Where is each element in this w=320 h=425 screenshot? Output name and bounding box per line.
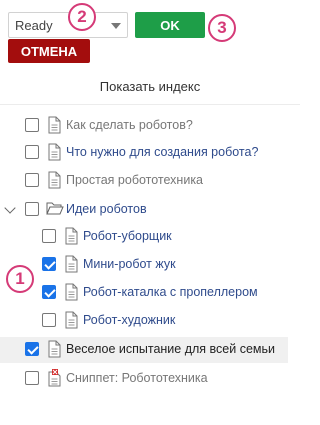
tree-checkbox[interactable] <box>42 257 56 271</box>
show-index-link[interactable]: Показать индекс <box>0 79 300 94</box>
tree-item-label[interactable]: Как сделать роботов? <box>66 118 193 132</box>
tree-item-label[interactable]: Робот-уборщик <box>83 229 172 243</box>
tree-row[interactable]: Простая робототехника <box>0 168 300 194</box>
tree-row[interactable]: Что нужно для создания робота? <box>0 140 300 166</box>
document-icon <box>63 283 79 301</box>
document-icon <box>63 227 79 245</box>
tree-checkbox[interactable] <box>25 342 39 356</box>
tree-item-label[interactable]: Сниппет: Робототехника <box>66 371 208 385</box>
tree-checkbox[interactable] <box>25 118 39 132</box>
document-icon <box>46 116 62 134</box>
tree-checkbox[interactable] <box>42 313 56 327</box>
tree-checkbox[interactable] <box>25 173 39 187</box>
tree-item-label[interactable]: Веселое испытание для всей семьи <box>66 342 275 356</box>
chevron-down-icon[interactable] <box>111 23 121 29</box>
tree-item-label[interactable]: Простая робототехника <box>66 173 203 187</box>
cancel-button[interactable]: ОТМЕНА <box>8 39 90 63</box>
tree-checkbox[interactable] <box>42 285 56 299</box>
ok-button[interactable]: OK <box>135 12 205 38</box>
tree-row[interactable]: Идеи роботов <box>0 197 300 223</box>
snippet-error-icon <box>46 369 62 387</box>
tree-row[interactable]: Сниппет: Робототехника <box>0 366 300 392</box>
tree-item-label[interactable]: Мини-робот жук <box>83 257 176 271</box>
tree-row[interactable]: Робот-уборщик <box>0 224 300 250</box>
document-icon <box>46 340 62 358</box>
status-select-value: Ready <box>15 18 53 33</box>
document-icon <box>63 255 79 273</box>
document-icon <box>63 311 79 329</box>
tree-checkbox[interactable] <box>25 371 39 385</box>
folder-open-icon <box>46 200 64 218</box>
document-icon <box>46 143 62 161</box>
tree-item-label[interactable]: Что нужно для создания робота? <box>66 145 258 159</box>
tree-row[interactable]: Веселое испытание для всей семьи <box>0 337 288 363</box>
tree-row[interactable]: Робот-художник <box>0 308 300 334</box>
callout-badge-2: 2 <box>68 3 96 31</box>
tree-item-label[interactable]: Идеи роботов <box>66 202 147 216</box>
tree-row[interactable]: Как сделать роботов? <box>0 113 300 139</box>
callout-badge-1: 1 <box>6 265 34 293</box>
tree-item-label[interactable]: Робот-художник <box>83 313 175 327</box>
tree-checkbox[interactable] <box>42 229 56 243</box>
tree-checkbox[interactable] <box>25 202 39 216</box>
document-icon <box>46 171 62 189</box>
tree-row[interactable]: Мини-робот жук <box>0 252 300 278</box>
tree-row[interactable]: Робот-каталка с пропеллером <box>0 280 300 306</box>
chevron-down-icon[interactable] <box>4 202 16 214</box>
tree-checkbox[interactable] <box>25 145 39 159</box>
callout-badge-3: 3 <box>208 14 236 42</box>
tree-item-label[interactable]: Робот-каталка с пропеллером <box>83 285 258 299</box>
divider <box>0 104 300 105</box>
